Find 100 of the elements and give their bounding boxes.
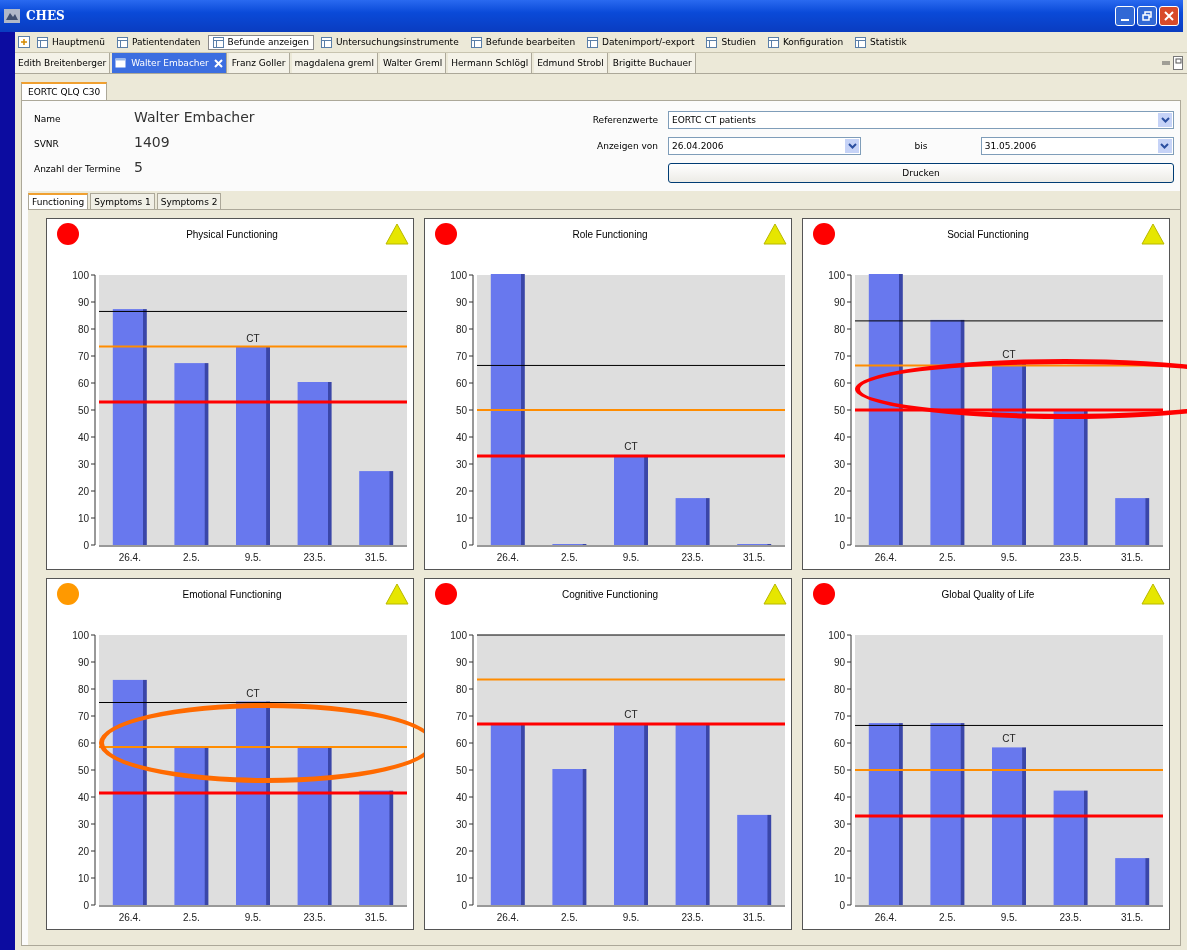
x-tick-label: 9.5.	[622, 912, 640, 923]
x-tick-label: 31.5.	[743, 552, 766, 563]
y-tick-label: 50	[455, 405, 467, 416]
y-tick-label: 60	[833, 738, 845, 749]
y-tick-label: 10	[77, 513, 89, 524]
y-tick-label: 90	[77, 657, 89, 668]
y-tick-label: 40	[77, 432, 89, 443]
x-tick-label: 23.5.	[1059, 912, 1082, 923]
y-tick-label: 30	[77, 819, 89, 830]
y-tick-label: 70	[77, 351, 89, 362]
y-tick-label: 60	[77, 738, 89, 749]
window-title: CHES	[26, 9, 65, 23]
x-tick-label: 23.5.	[303, 912, 326, 923]
x-tick-label: 26.4.	[118, 912, 141, 923]
chart-title: Social Functioning	[946, 228, 1030, 240]
y-tick-label: 0	[461, 900, 467, 911]
bar-annotation: CT	[246, 687, 260, 699]
x-tick-label: 9.5.	[244, 552, 262, 563]
x-tick-label: 26.4.	[118, 552, 141, 563]
y-tick-label: 20	[455, 846, 467, 857]
y-tick-label: 90	[455, 657, 467, 668]
x-tick-label: 9.5.	[1000, 552, 1018, 563]
field-label: bis	[913, 141, 929, 151]
x-tick-label: 31.5.	[365, 552, 388, 563]
x-tick-label: 26.4.	[874, 552, 897, 563]
y-tick-label: 80	[833, 324, 845, 335]
y-tick-label: 0	[839, 900, 845, 911]
y-tick-label: 80	[833, 684, 845, 695]
x-tick-label: 2.5.	[183, 552, 200, 563]
y-tick-label: 50	[833, 765, 845, 776]
y-tick-label: 0	[83, 900, 89, 911]
y-tick-label: 80	[77, 684, 89, 695]
chart-title: Emotional Functioning	[181, 588, 283, 600]
field-label: Referenzwerte	[591, 115, 658, 125]
y-tick-label: 100	[72, 270, 89, 281]
y-tick-label: 100	[450, 630, 467, 641]
y-tick-label: 90	[455, 297, 467, 308]
y-tick-label: 40	[833, 792, 845, 803]
chart-title: Cognitive Functioning	[560, 588, 660, 600]
chart-title: Physical Functioning	[185, 228, 279, 240]
x-tick-label: 2.5.	[939, 552, 956, 563]
y-tick-label: 60	[77, 378, 89, 389]
y-tick-label: 20	[455, 486, 467, 497]
bar-annotation: CT	[624, 440, 638, 452]
field-label: Anzahl der Termine	[34, 164, 122, 174]
x-tick-label: 9.5.	[622, 552, 640, 563]
x-tick-label: 26.4.	[496, 552, 519, 563]
y-tick-label: 10	[77, 873, 89, 884]
y-tick-label: 30	[833, 819, 845, 830]
y-tick-label: 70	[833, 351, 845, 362]
y-tick-label: 10	[833, 513, 845, 524]
y-tick-label: 10	[833, 873, 845, 884]
y-tick-label: 20	[833, 846, 845, 857]
x-tick-label: 26.4.	[874, 912, 897, 923]
y-tick-label: 50	[77, 405, 89, 416]
x-tick-label: 2.5.	[561, 552, 578, 563]
x-tick-label: 26.4.	[496, 912, 519, 923]
y-tick-label: 0	[461, 540, 467, 551]
y-tick-label: 40	[455, 432, 467, 443]
y-tick-label: 50	[833, 405, 845, 416]
y-tick-label: 70	[455, 351, 467, 362]
y-tick-label: 40	[455, 792, 467, 803]
y-tick-label: 20	[77, 486, 89, 497]
y-tick-label: 10	[455, 873, 467, 884]
field-value: 1409	[134, 134, 170, 150]
x-tick-label: 23.5.	[681, 912, 704, 923]
x-tick-label: 9.5.	[244, 912, 262, 923]
y-tick-label: 30	[77, 459, 89, 470]
y-tick-label: 80	[455, 684, 467, 695]
x-tick-label: 31.5.	[1121, 552, 1144, 563]
y-tick-label: 100	[828, 270, 845, 281]
y-tick-label: 100	[72, 630, 89, 641]
y-tick-label: 30	[833, 459, 845, 470]
field-label: SVNR	[34, 139, 60, 149]
x-tick-label: 9.5.	[1000, 912, 1018, 923]
bar-annotation: CT	[1002, 733, 1016, 745]
x-tick-label: 31.5.	[1121, 912, 1144, 923]
y-tick-label: 70	[77, 711, 89, 722]
y-tick-label: 40	[833, 432, 845, 443]
field-value: Walter Embacher	[134, 109, 255, 125]
y-tick-label: 60	[455, 378, 467, 389]
chart-title: Role Functioning	[571, 228, 649, 240]
y-tick-label: 50	[455, 765, 467, 776]
y-tick-label: 80	[455, 324, 467, 335]
y-tick-label: 60	[833, 378, 845, 389]
x-tick-label: 2.5.	[183, 912, 200, 923]
y-tick-label: 100	[828, 630, 845, 641]
y-tick-label: 90	[833, 657, 845, 668]
y-tick-label: 0	[839, 540, 845, 551]
field-value: 5	[134, 159, 143, 175]
y-tick-label: 70	[833, 711, 845, 722]
x-tick-label: 23.5.	[1059, 552, 1082, 563]
y-tick-label: 0	[83, 540, 89, 551]
y-tick-label: 40	[77, 792, 89, 803]
bar-annotation: CT	[246, 332, 260, 344]
x-tick-label: 31.5.	[743, 912, 766, 923]
x-tick-label: 23.5.	[681, 552, 704, 563]
x-tick-label: 2.5.	[939, 912, 956, 923]
y-tick-label: 100	[450, 270, 467, 281]
y-tick-label: 30	[455, 459, 467, 470]
